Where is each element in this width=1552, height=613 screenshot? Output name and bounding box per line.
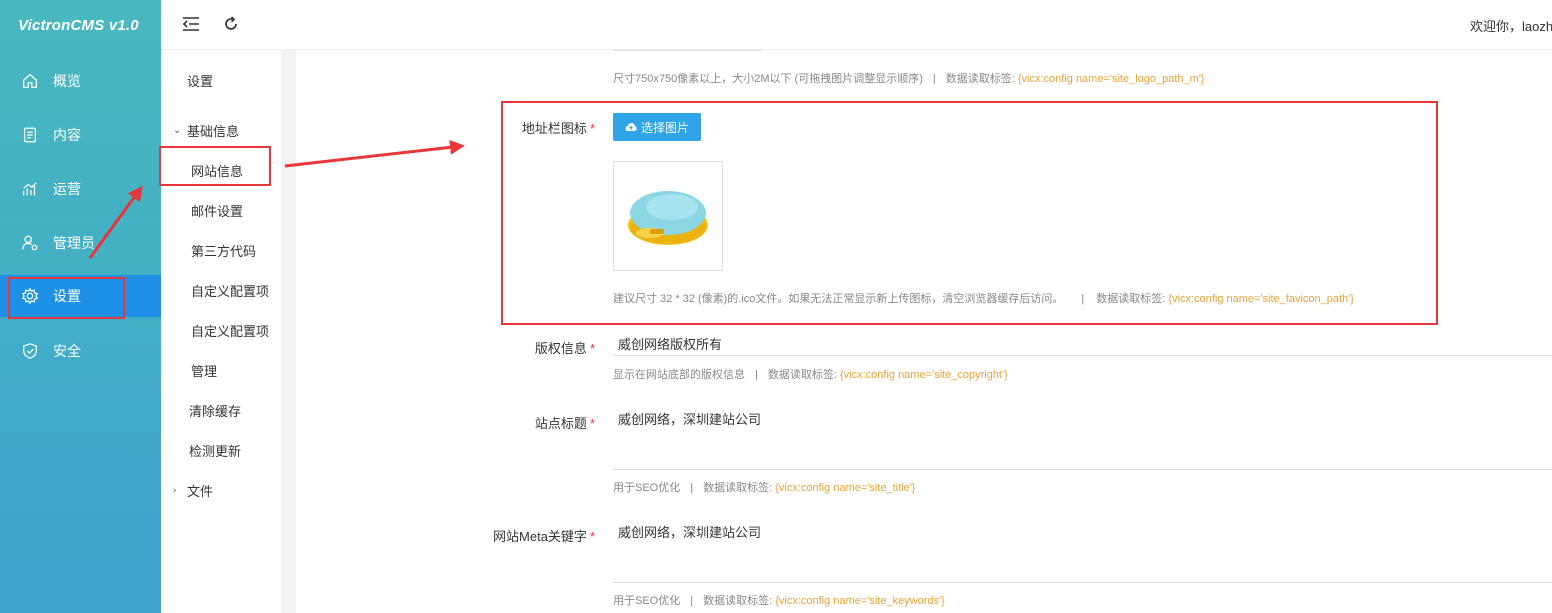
refresh-icon[interactable] bbox=[221, 14, 241, 34]
top-bar: 欢迎你，laozhang bbox=[161, 0, 1552, 50]
document-icon bbox=[20, 125, 40, 145]
submenu-item-check-update[interactable]: 检测更新 bbox=[189, 441, 241, 460]
sidebar-item-content[interactable]: 内容 bbox=[0, 114, 161, 156]
hint-separator: | bbox=[690, 595, 694, 607]
site-title-label: 站点标题 * bbox=[535, 413, 595, 432]
welcome-text: 欢迎你，laozhang bbox=[1470, 19, 1552, 34]
submenu-group-files[interactable]: › 文件 bbox=[173, 481, 213, 500]
field-underline bbox=[613, 582, 1552, 583]
site-title-textarea[interactable]: 威创网络，深圳建站公司 bbox=[618, 409, 761, 428]
column-divider bbox=[281, 50, 296, 613]
field-underline bbox=[613, 355, 1552, 356]
sidebar-item-label: 运营 bbox=[53, 181, 81, 197]
sidebar-item-label: 概览 bbox=[53, 73, 81, 89]
sidebar-item-security[interactable]: 安全 bbox=[0, 330, 161, 372]
required-mark: * bbox=[589, 416, 595, 431]
template-tag: {vicx:config name='site_title'} bbox=[775, 482, 916, 494]
copyright-input[interactable]: 威创网络版权所有 bbox=[618, 334, 722, 353]
template-tag: {vicx:config name='site_keywords'} bbox=[775, 595, 945, 607]
shield-icon bbox=[20, 341, 40, 361]
submenu-item-custom-config-2[interactable]: 自定义配置项 bbox=[191, 321, 269, 340]
template-tag: {vicx:config name='site_copyright'} bbox=[839, 369, 1008, 381]
chevron-right-icon: › bbox=[173, 485, 177, 496]
label-text: 版权信息 bbox=[534, 341, 587, 356]
copyright-hint: 显示在网站底部的版权信息 | 数据读取标签: {vicx:config name='… bbox=[613, 366, 1008, 382]
submenu-group-label: 文件 bbox=[187, 484, 214, 499]
submenu-item-custom-config[interactable]: 自定义配置项 bbox=[191, 281, 269, 300]
submenu-item-third-party[interactable]: 第三方代码 bbox=[191, 241, 256, 260]
sidebar-item-operations[interactable]: 运营 bbox=[0, 168, 161, 210]
hint-label: 数据读取标签: bbox=[945, 73, 1015, 85]
template-tag: {vicx:config name='site_logo_path_m'} bbox=[1017, 73, 1205, 85]
label-text: 站点标题 bbox=[534, 416, 587, 431]
hint-label: 数据读取标签: bbox=[703, 482, 773, 494]
meta-keywords-label: 网站Meta关键字 * bbox=[493, 526, 595, 545]
sidebar-item-label: 管理员 bbox=[53, 235, 95, 251]
hint-separator: | bbox=[755, 369, 758, 381]
chart-icon bbox=[20, 179, 40, 199]
sidebar-item-label: 内容 bbox=[53, 127, 81, 143]
admin-user-icon bbox=[20, 233, 40, 253]
meta-keywords-hint: 用于SEO优化 | 数据读取标签: {vicx:config name='site_… bbox=[613, 592, 945, 608]
brand-logo: VictronCMS v1.0 bbox=[18, 17, 139, 34]
hint-label: 数据读取标签: bbox=[767, 369, 837, 381]
label-text: 网站Meta关键字 bbox=[493, 529, 587, 544]
hint-label: 数据读取标签: bbox=[703, 595, 773, 607]
submenu-item-clear-cache[interactable]: 清除缓存 bbox=[189, 401, 241, 420]
hint-text: 显示在网站底部的版权信息 bbox=[613, 369, 745, 381]
hint-text: 尺寸750x750像素以上，大小2M以下 (可拖拽图片调整显示顺序) bbox=[613, 73, 923, 85]
meta-keywords-textarea[interactable]: 威创网络，深圳建站公司 bbox=[618, 522, 761, 541]
hint-text: 用于SEO优化 bbox=[613, 595, 681, 607]
hint-separator: | bbox=[932, 73, 936, 85]
sidebar-item-admins[interactable]: 管理员 bbox=[0, 222, 161, 264]
site-title-hint: 用于SEO优化 | 数据读取标签: {vicx:config name='site_… bbox=[613, 479, 915, 495]
collapse-menu-icon[interactable] bbox=[181, 14, 201, 34]
hint-separator: | bbox=[690, 482, 694, 494]
required-mark: * bbox=[589, 341, 595, 356]
sidebar-item-overview[interactable]: 概览 bbox=[0, 60, 161, 102]
annotation-box-site-info bbox=[159, 146, 271, 186]
logo-hint: 尺寸750x750像素以上，大小2M以下 (可拖拽图片调整显示顺序) | 数据读取标… bbox=[613, 70, 1205, 86]
submenu-item-manage[interactable]: 管理 bbox=[191, 361, 217, 380]
copyright-label: 版权信息 * bbox=[535, 338, 595, 357]
required-mark: * bbox=[589, 529, 595, 544]
submenu-item-mail[interactable]: 邮件设置 bbox=[191, 201, 243, 220]
submenu-title: 设置 bbox=[187, 74, 214, 89]
sidebar-item-label: 安全 bbox=[53, 343, 81, 359]
field-underline bbox=[613, 50, 761, 51]
submenu-group-label: 基础信息 bbox=[187, 124, 240, 139]
settings-submenu: 设置 ⌄ 基础信息 网站信息 邮件设置 第三方代码 自定义配置项 自定义配置项 … bbox=[161, 50, 281, 613]
annotation-box-settings bbox=[8, 277, 125, 319]
home-icon bbox=[20, 71, 40, 91]
annotation-box-favicon bbox=[501, 101, 1438, 325]
chevron-down-icon: ⌄ bbox=[173, 125, 182, 136]
field-underline bbox=[613, 469, 1552, 470]
submenu-group-basic[interactable]: ⌄ 基础信息 bbox=[173, 121, 239, 140]
hint-text: 用于SEO优化 bbox=[613, 482, 681, 494]
